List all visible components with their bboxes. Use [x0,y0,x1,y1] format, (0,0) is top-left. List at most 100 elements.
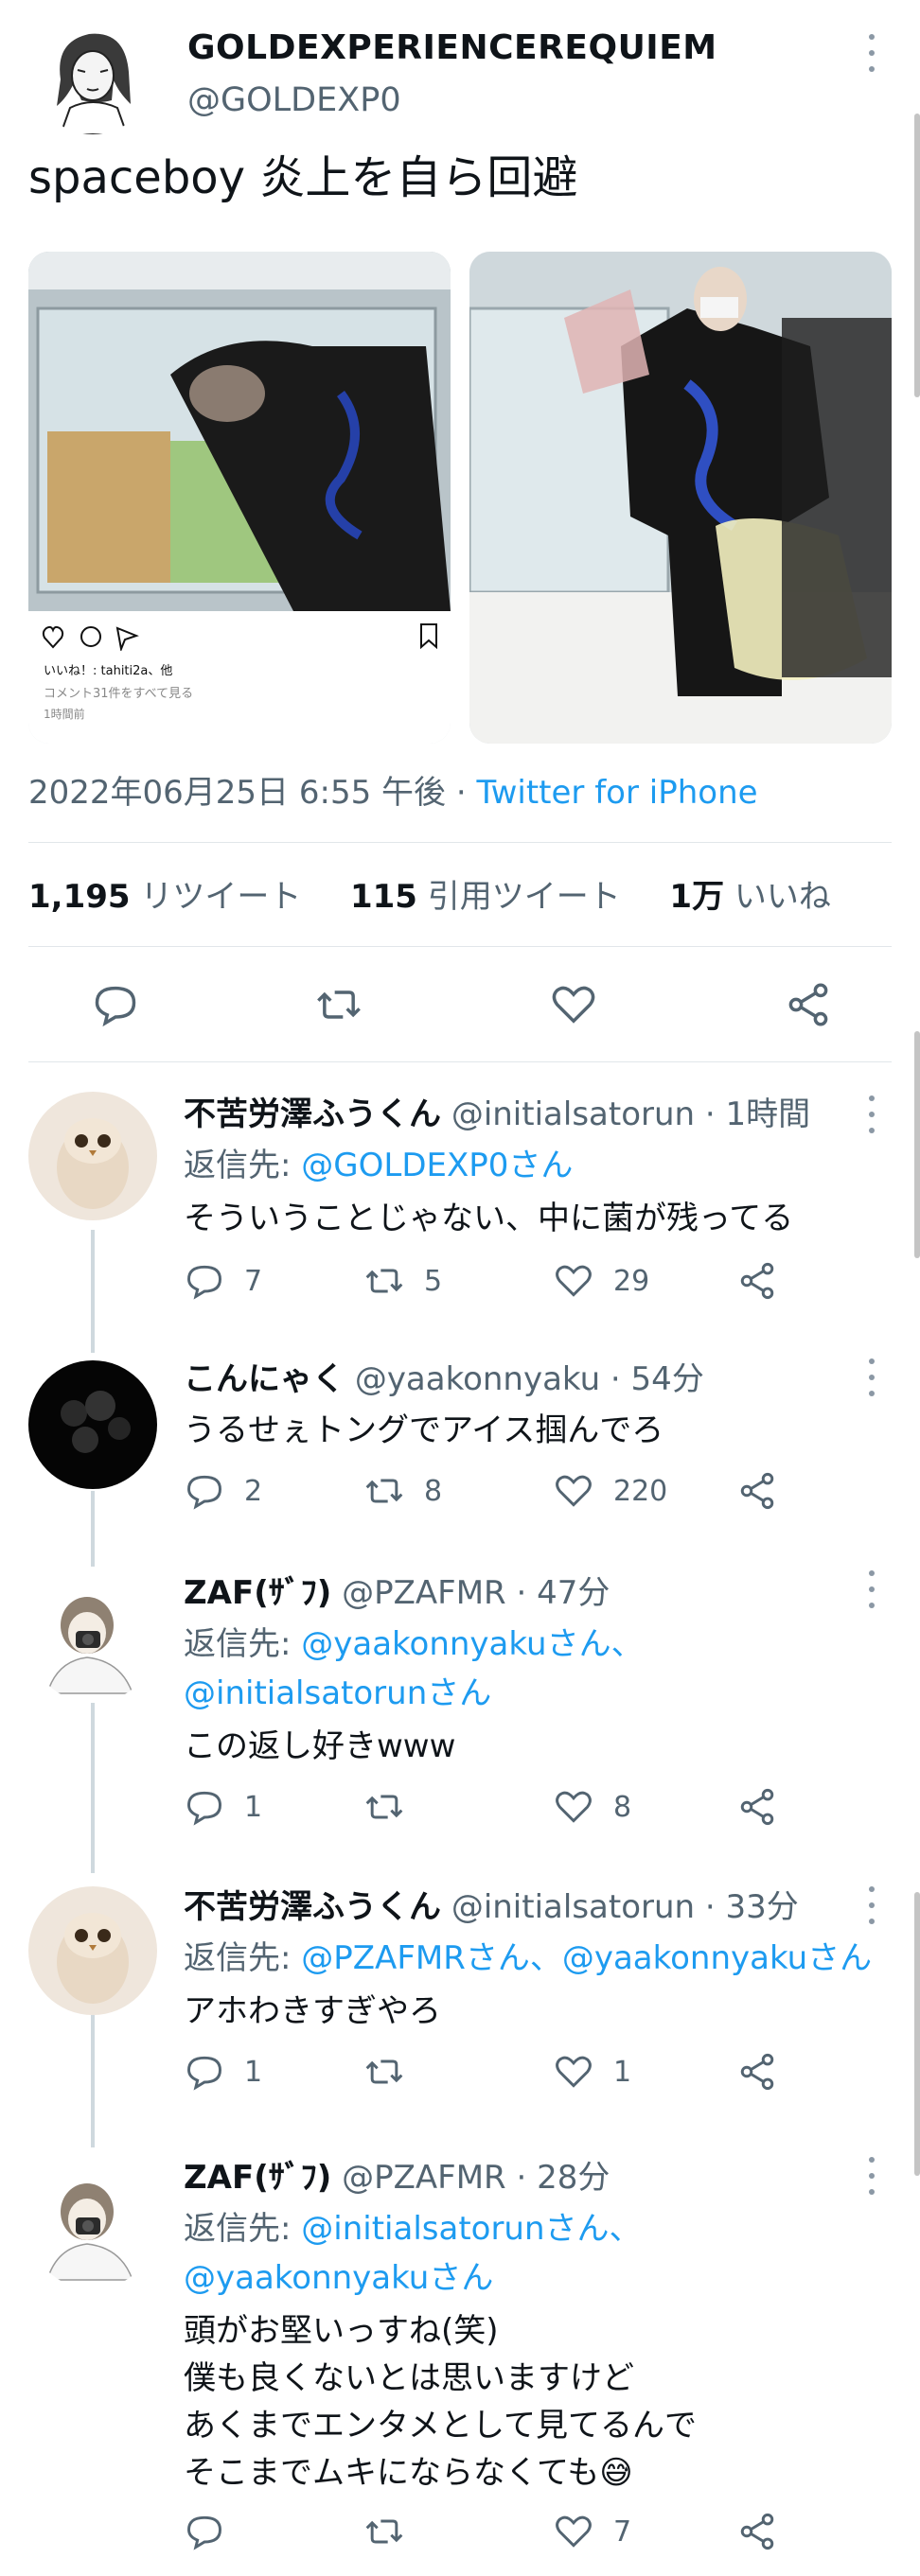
reply-action-bar: 1 8 [184,1786,884,1833]
author-handle[interactable]: @GOLDEXP0 [187,81,401,119]
reply-text-line: そこまでムキにならなくても😅 [184,2454,633,2492]
reply-avatar[interactable] [28,2161,157,2289]
share-button[interactable] [736,1470,778,1512]
reply-to-line: 返信先: @PZAFMRさん、@yaakonnyakuさん [184,1939,873,1977]
reply-display-name[interactable]: ZAF(ｻﾞﾌ) [184,1574,331,1612]
reply-icon [187,2056,221,2091]
retweet-button[interactable] [363,2051,424,2093]
reply-to-mention[interactable]: @GOLDEXP0さん [301,1147,573,1184]
reply-handle-time[interactable]: @PZAFMR · 28分 [342,2159,610,2197]
retweet-button[interactable] [363,2511,424,2552]
reply-text-line: 僕も良くないとは思いますけど [184,2359,634,2397]
thread-line [91,1703,95,1873]
tweet-meta: 2022年06月25日 6:55 午後 · Twitter for iPhone [28,766,758,813]
tweet-photo-1[interactable]: いいね！: tahiti2a、他 コメント31件をすべて見る 1時間前 [28,252,451,744]
more-options-icon[interactable] [867,34,876,72]
more-options-icon[interactable] [867,1358,876,1396]
retweet-button[interactable]: 5 [363,1260,442,1302]
reply-to-mention[interactable]: @yaakonnyakuさん、 [301,1625,643,1663]
scrollbar[interactable] [914,114,920,397]
reply-count: 1 [244,1790,263,1824]
reply-to-mention[interactable]: @yaakonnyakuさん [184,2252,493,2298]
reply-text: アホわきすぎやろ [184,1992,441,2030]
scrollbar[interactable] [914,1031,920,1258]
like-button[interactable]: 29 [553,1260,649,1302]
tweet-client-link[interactable]: Twitter for iPhone [476,774,757,812]
more-options-icon[interactable] [867,1886,876,1924]
like-icon[interactable] [549,980,598,1029]
like-button[interactable]: 7 [553,2511,631,2552]
reply-avatar[interactable] [28,1092,157,1220]
more-options-icon[interactable] [867,2157,876,2195]
reply-text: この返し好きwww [184,1727,456,1765]
reply-display-name[interactable]: 不苦労澤ふうくん [184,1095,441,1133]
reply-button[interactable]: 1 [184,2051,262,2093]
reply-button[interactable]: 1 [184,1786,262,1828]
retweet-icon [365,1269,403,1293]
instagram-action-icons [42,625,139,651]
share-icon[interactable] [784,980,833,1029]
author-avatar[interactable] [32,13,153,134]
retweet-icon [365,2059,403,2084]
scrollbar[interactable] [914,1892,920,2176]
reply-button[interactable]: 2 [184,1470,262,1512]
divider [28,1061,892,1062]
like-button[interactable]: 8 [553,1786,631,1828]
share-button[interactable] [736,1786,778,1828]
reply-action-bar: 7 5 29 [184,1260,884,1307]
like-button[interactable]: 1 [553,2051,631,2093]
reply-to-mention[interactable]: @initialsatorunさん [184,1667,491,1713]
like-count: 29 [613,1264,650,1298]
retweet-button[interactable] [363,1786,424,1828]
photo-comments-line: コメント31件をすべて見る [44,687,194,701]
retweet-icon[interactable] [314,980,363,1029]
reply-action-bar: 7 [184,2511,884,2558]
reply-to-mention[interactable]: @PZAFMRさん、@yaakonnyakuさん [301,1939,872,1977]
author-display-name[interactable]: GOLDEXPERIENCEREQUIEM [187,28,717,67]
retweet-button[interactable]: 8 [363,1470,442,1512]
like-icon [556,2515,592,2548]
divider [28,842,892,843]
reply-handle-time[interactable]: @PZAFMR · 47分 [342,1574,610,1612]
reply-count: 1 [244,2055,263,2089]
reply-header: ZAF(ｻﾞﾌ) @PZAFMR · 47分 [184,1567,610,1613]
like-stat[interactable]: 1万 いいね [669,878,830,916]
photo-time-line: 1時間前 [44,708,85,721]
like-button[interactable]: 220 [553,1470,667,1512]
reply-display-name[interactable]: 不苦労澤ふうくん [184,1888,441,1926]
reply-handle-time[interactable]: @initialsatorun · 33分 [451,1888,799,1926]
reply-handle-time[interactable]: @initialsatorun · 1時間 [451,1095,810,1133]
reply-avatar[interactable] [28,1574,157,1703]
reply-display-name[interactable]: こんにゃく [184,1360,345,1398]
reply-icon [187,1475,221,1510]
reply-button[interactable] [184,2511,244,2552]
reply-text: うるせぇトングでアイス掴んでろ [184,1411,664,1449]
reply-icon [187,1265,221,1300]
share-icon [740,1262,774,1300]
share-button[interactable] [736,1260,778,1302]
more-options-icon[interactable] [867,1095,876,1133]
thread-line [91,1491,95,1567]
more-options-icon[interactable] [867,1570,876,1608]
share-button[interactable] [736,2511,778,2552]
share-button[interactable] [736,2051,778,2093]
reply-avatar[interactable] [28,1886,157,2015]
reply-to-line: 返信先: @GOLDEXP0さん [184,1147,574,1184]
reply-display-name[interactable]: ZAF(ｻﾞﾌ) [184,2159,331,2197]
reply-to-mention[interactable]: @initialsatorunさん、 [301,2210,641,2248]
retweet-stat[interactable]: 1,195 リツイート [28,878,301,916]
reply-action-bar: 1 1 [184,2051,884,2098]
reply-handle-time[interactable]: @yaakonnyaku · 54分 [355,1360,704,1398]
retweet-icon [365,1479,403,1503]
divider [28,946,892,947]
like-icon [556,1265,592,1297]
reply-icon[interactable] [91,980,140,1029]
retweet-icon [365,2519,403,2544]
reply-avatar[interactable] [28,1360,157,1489]
like-count: 220 [613,1474,668,1508]
like-icon [556,1475,592,1507]
photo-likes-line: いいね！: tahiti2a、他 [44,664,173,678]
tweet-photo-2[interactable] [469,252,892,744]
reply-button[interactable]: 7 [184,1260,262,1302]
quote-stat[interactable]: 115 引用ツイート [350,878,621,916]
